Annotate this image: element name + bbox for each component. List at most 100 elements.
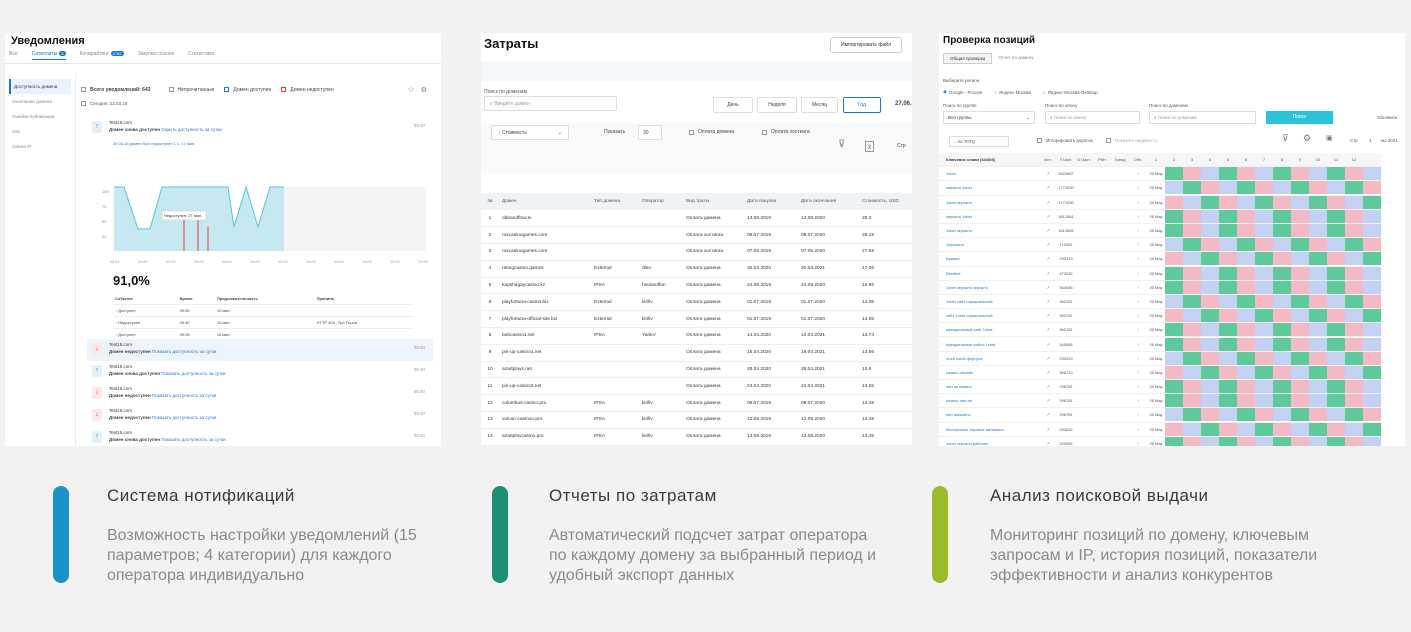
column-header[interactable]: 11 bbox=[1327, 157, 1345, 162]
keyword-link[interactable]: зеркало 1xbet bbox=[939, 214, 1039, 219]
keyword-link[interactable]: зеркало 1xbet bbox=[939, 185, 1039, 190]
table-row[interactable]: 9 pin-up-casino1.net Оплата домена 16.04.20… bbox=[481, 344, 912, 362]
keyword-link[interactable]: казино онлайн bbox=[939, 370, 1039, 375]
table-row[interactable]: 2 roxcasinogames.com Оплата хостинга 08.07.… bbox=[481, 226, 912, 245]
table-row[interactable]: 15drifcasinos.proIPSAkirillvОплата домен… bbox=[481, 445, 912, 446]
notification-link[interactable]: Показать доступность за сутки bbox=[152, 349, 216, 354]
tab-all[interactable]: Все bbox=[9, 51, 18, 60]
period-week-button[interactable]: Неделя bbox=[757, 97, 797, 113]
table-row[interactable]: казино пин ап ↗ 296781 ↑ 26 May bbox=[939, 394, 1381, 409]
table-row[interactable]: казино онлайн ↗ 308710 ↑ 26 May bbox=[939, 365, 1381, 380]
import-file-button[interactable]: Импортировать файл bbox=[830, 37, 902, 53]
table-row[interactable]: Joycasino ↗ 710951 ↑ 26 May bbox=[939, 238, 1381, 253]
checkbox[interactable] bbox=[1106, 138, 1111, 143]
table-row[interactable]: 10 azartplays.net Оплата домена 28.04.2020 2… bbox=[481, 361, 912, 379]
column-header[interactable]: 8 bbox=[1273, 157, 1291, 162]
keyword-link[interactable]: 1xbet сайт официальный bbox=[939, 299, 1039, 304]
notification-item[interactable]: ↓ Test15.com Домен недоступен Показать д… bbox=[87, 405, 433, 427]
notification-item[interactable]: ↑ Test15.com Домен снова доступен Показа… bbox=[87, 427, 433, 446]
table-row[interactable]: 1xbet зеркало рабочее ↗ 209084 ↑ 26 May bbox=[939, 436, 1381, 446]
table-row[interactable]: 3 roxcasinogames.com Оплата хостинга 07.06.… bbox=[481, 243, 912, 261]
column-header[interactable]: РКН bbox=[1093, 157, 1111, 162]
tab-copywriting[interactable]: Копирайтинг 1782 bbox=[80, 51, 124, 60]
filter-unavailable-checkbox[interactable] bbox=[281, 87, 287, 92]
update-button[interactable]: Обновить bbox=[1377, 115, 1397, 120]
column-header[interactable]: 1 bbox=[1147, 157, 1165, 162]
table-row[interactable]: 14 azartplaycasino.pro IPSA kirillv Оплата д… bbox=[481, 428, 912, 446]
column-header[interactable]: Дата окончания bbox=[798, 193, 859, 210]
table-row[interactable]: пин ап казино ↗ 296781 ↑ 26 May bbox=[939, 380, 1381, 395]
column-header[interactable]: Вид траты bbox=[683, 193, 744, 210]
table-row[interactable]: Букмал ↗ 193213 ↑ 26 May bbox=[939, 252, 1381, 267]
keyword-link[interactable]: официальный сайт 1xbet bbox=[939, 327, 1039, 332]
column-header[interactable]: 7 bbox=[1255, 157, 1273, 162]
column-header[interactable]: Обн. bbox=[1129, 157, 1147, 162]
checkbox[interactable] bbox=[762, 129, 767, 135]
domain-search-input[interactable]: ⌕ Поиск по доменам bbox=[1149, 111, 1256, 124]
filter-available-checkbox[interactable] bbox=[224, 87, 230, 92]
table-row[interactable]: сайт 1xbet официальный ↗ 360781 ↑ 26 May bbox=[939, 309, 1381, 324]
keyword-link[interactable]: официальные сайты 1xbet bbox=[939, 342, 1039, 347]
keyword-link[interactable]: сайт 1xbet официальный bbox=[939, 313, 1039, 318]
column-header[interactable]: Оператор bbox=[639, 193, 683, 210]
column-header[interactable]: Дата покупки bbox=[744, 193, 798, 210]
table-row[interactable]: 5 kapshagaycasino.kz IPSA houseoffun Оплата … bbox=[481, 277, 912, 295]
hosting-payment-filter[interactable]: Оплата хостинга bbox=[762, 129, 810, 135]
sort-select[interactable]: ↓ по ТОПу bbox=[949, 136, 1009, 147]
keyword-link[interactable]: 1xbet зеркало рабочее bbox=[939, 441, 1039, 446]
sidebar-item-expiry[interactable]: Окончание домена bbox=[9, 94, 71, 109]
keyword-link[interactable]: 1xbet зеркало зеркало bbox=[939, 285, 1039, 290]
group-checkbox[interactable] bbox=[81, 101, 86, 106]
keyword-link[interactable]: Bkxdbet bbox=[939, 271, 1039, 276]
sort-select[interactable]: ↓ Стоимость ⌄ bbox=[491, 125, 569, 140]
checkbox[interactable] bbox=[1037, 138, 1042, 143]
excel-export-icon[interactable]: ▣ bbox=[1326, 134, 1333, 142]
tab-links[interactable]: Закупка ссылок bbox=[138, 51, 174, 60]
table-row[interactable]: 1xbet зеркало ↗ 1771530 ↑ 26 May bbox=[939, 195, 1381, 210]
domain-payment-filter[interactable]: Оплата домена bbox=[689, 129, 734, 135]
notification-link[interactable]: Показать доступность за сутки bbox=[152, 415, 216, 420]
key-search-input[interactable]: ⌕ Поиск по ключу bbox=[1045, 111, 1140, 124]
column-header[interactable]: Домен bbox=[499, 193, 591, 210]
table-row[interactable]: официальные сайты 1xbet ↗ 345966 ↑ 26 May bbox=[939, 337, 1381, 352]
column-header[interactable]: Стоимость, USD bbox=[859, 193, 912, 210]
keyword-link[interactable]: 1xbet зеркало bbox=[939, 228, 1039, 233]
excel-export-icon[interactable]: x bbox=[865, 141, 874, 152]
filter-icon[interactable]: ⊽ bbox=[1282, 133, 1289, 144]
checkbox[interactable] bbox=[689, 129, 694, 135]
period-month-button[interactable]: Месяц bbox=[801, 97, 838, 113]
column-header[interactable]: Тип домена bbox=[591, 193, 639, 210]
table-row[interactable]: 1xbet зеркало ↗ 1812881 ↑ 26 May bbox=[939, 224, 1381, 239]
table-row[interactable]: 1xbet зеркало зеркало ↗ 364086 ↑ 26 May bbox=[939, 280, 1381, 295]
column-header[interactable]: Ист. bbox=[1039, 157, 1057, 162]
keyword-link[interactable]: xrodi condi фортуна bbox=[939, 356, 1039, 361]
notification-item[interactable]: ↓ Test15.com Домен недоступен Показать д… bbox=[87, 339, 433, 361]
settings-icon[interactable]: ⚙ bbox=[421, 86, 427, 94]
table-row[interactable]: официальный сайт 1xbet ↗ 360781 ↑ 26 May bbox=[939, 323, 1381, 338]
star-icon[interactable]: ☆ bbox=[408, 85, 415, 94]
sidebar-item-ip-change[interactable]: Смена IP bbox=[9, 139, 71, 154]
column-header[interactable]: 9 bbox=[1291, 157, 1309, 162]
keyword-link[interactable]: 1xbet bbox=[939, 171, 1039, 176]
notification-link[interactable]: Показать доступность за сутки bbox=[161, 437, 225, 442]
column-header[interactable]: 10 bbox=[1309, 157, 1327, 162]
keyword-link[interactable]: 1xbet зеркало bbox=[939, 200, 1039, 205]
column-header[interactable]: 5 bbox=[1219, 157, 1237, 162]
radio-checked-icon[interactable]: ◉ bbox=[943, 89, 947, 95]
radio-icon[interactable]: ○ bbox=[1043, 90, 1046, 95]
column-header[interactable]: 2 bbox=[1165, 157, 1183, 162]
table-row[interactable]: зеркало 1xbet ↗ 1812881 ↑ 26 May bbox=[939, 209, 1381, 224]
table-row[interactable]: 1xbet сайт официальный ↗ 360781 ↑ 26 May bbox=[939, 294, 1381, 310]
page-size-input[interactable]: 30 bbox=[638, 125, 662, 140]
ignore-expensive-filter[interactable]: Игнорировать дорогое bbox=[1037, 138, 1093, 143]
table-row[interactable]: 1 obbandflow.tv Оплата домена 13.08.2019 13.… bbox=[481, 210, 912, 228]
notification-expanded[interactable]: ↑ Test15.com Домен снова доступен Скрыть… bbox=[87, 117, 433, 139]
settings-icon[interactable]: ⚙ bbox=[1303, 133, 1311, 144]
table-row[interactable]: 7 playfortuna-official-site.biz External ki… bbox=[481, 310, 912, 329]
keyword-link[interactable]: Joycasino bbox=[939, 242, 1039, 247]
page-input[interactable]: 1 bbox=[1369, 138, 1372, 143]
date-select[interactable]: мо 2021 bbox=[1381, 138, 1398, 143]
notification-link[interactable]: Скрыть доступность за сутки bbox=[161, 127, 222, 132]
domain-search-input[interactable]: ⌕ Введите домен bbox=[484, 96, 617, 111]
table-row[interactable]: пин апказино ↗ 296781 ↑ 26 May bbox=[939, 408, 1381, 423]
